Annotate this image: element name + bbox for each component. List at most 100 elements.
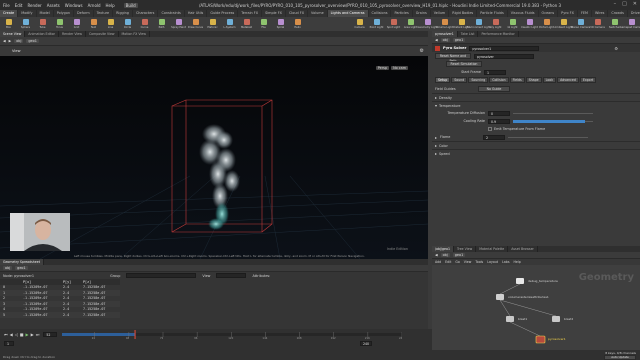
play-forward-icon[interactable]: ▶ bbox=[26, 332, 29, 337]
back-icon[interactable]: ◀ bbox=[3, 39, 6, 43]
shelf-tool-camera[interactable]: Camera bbox=[351, 19, 368, 29]
param-tab-sourcing[interactable]: Sourcing bbox=[468, 76, 489, 83]
param-tab-setup[interactable]: Setup bbox=[435, 76, 451, 83]
next-key-icon[interactable]: ▶ bbox=[31, 332, 34, 337]
auto-update-menu[interactable]: Auto Update bbox=[604, 355, 636, 360]
net-menu-add[interactable]: Add bbox=[435, 260, 441, 264]
net-tab-tree-view[interactable]: Tree View bbox=[454, 246, 477, 252]
field-guides-menu[interactable]: No Guide bbox=[478, 86, 510, 92]
menu-file[interactable]: File bbox=[3, 3, 10, 8]
menu-edit[interactable]: Edit bbox=[15, 3, 23, 8]
first-frame-icon[interactable]: ⏮ bbox=[4, 332, 8, 337]
net-menu-labs[interactable]: Labs bbox=[502, 260, 509, 264]
node-blast2[interactable] bbox=[552, 316, 560, 322]
preset-field[interactable]: pyrosolver bbox=[474, 53, 534, 59]
shelf-tab-deform[interactable]: Deform bbox=[74, 10, 94, 17]
back-icon[interactable]: ◀ bbox=[435, 38, 438, 42]
shelf-tab-particle-fluids[interactable]: Particle Fluids bbox=[477, 10, 508, 17]
shelf-tab-rigging[interactable]: Rigging bbox=[113, 10, 133, 17]
forward-icon[interactable]: ▶ bbox=[9, 39, 12, 43]
shelf-tool-caustic-light[interactable]: Caustic Light bbox=[521, 19, 538, 29]
shelf-tab-collisions[interactable]: Collisions bbox=[369, 10, 392, 17]
shelf-tab-lights-and-cameras[interactable]: Lights and Cameras bbox=[327, 10, 369, 17]
tab-take-list[interactable]: Take List bbox=[458, 31, 479, 37]
menu-arnold[interactable]: Arnold bbox=[88, 3, 101, 8]
back-icon[interactable]: ◀ bbox=[435, 253, 438, 257]
tab-pyrosolver1[interactable]: pyrosolver1 bbox=[432, 31, 458, 37]
play-backward-icon[interactable]: ◁ bbox=[15, 332, 18, 337]
shelf-tool-l-system[interactable]: L-System bbox=[221, 19, 238, 29]
emit-temp-checkbox[interactable] bbox=[488, 127, 492, 131]
speed-section[interactable]: ▸ Speed bbox=[432, 149, 640, 157]
net-tab-obj-geo1[interactable]: /obj/geo1 bbox=[432, 246, 454, 252]
shelf-tool-line[interactable]: Line bbox=[102, 19, 119, 29]
shelf-tool-path[interactable]: Path bbox=[153, 19, 170, 29]
shelf-tab-grains[interactable]: Grains bbox=[413, 10, 431, 17]
net-menu-go[interactable]: Go bbox=[455, 260, 459, 264]
shelf-tool-sky-light[interactable]: Sky Light bbox=[487, 19, 504, 29]
desktop-select[interactable]: Build bbox=[123, 2, 138, 8]
shelf-tool-torus[interactable]: Torus bbox=[51, 19, 68, 29]
param-path-obj[interactable]: obj bbox=[440, 38, 450, 42]
frame-slider[interactable]: 24 48 72 96 120 144 168 192 216 240 bbox=[62, 329, 403, 339]
sheet-view-field[interactable] bbox=[216, 273, 247, 278]
shelf-tool-spray-paint[interactable]: Spray Paint bbox=[170, 19, 187, 29]
shelf-tool-ambient-light[interactable]: Ambient Light bbox=[554, 19, 573, 29]
color-section[interactable]: ▸ Color bbox=[432, 141, 640, 149]
prev-key-icon[interactable]: ◀ bbox=[10, 332, 13, 337]
sheet-group-field[interactable] bbox=[126, 273, 197, 278]
shelf-tool-environment-light[interactable]: Environment Light bbox=[467, 19, 490, 29]
net-menu-tools[interactable]: Tools bbox=[475, 260, 483, 264]
density-section[interactable]: ▸ Density bbox=[432, 93, 640, 101]
net-path-obj[interactable]: obj bbox=[440, 253, 450, 257]
shelf-tab-rigid-bodies[interactable]: Rigid Bodies bbox=[449, 10, 478, 17]
param-path-geo1[interactable]: geo1 bbox=[452, 38, 466, 42]
param-tab-fields[interactable]: Fields bbox=[509, 76, 525, 83]
shelf-tab-model[interactable]: Model bbox=[37, 10, 54, 17]
shelf-tool-draw-curve[interactable]: Draw Curve bbox=[187, 19, 204, 29]
maximize-icon[interactable]: □ bbox=[622, 1, 627, 7]
shelf-tool-vr-camera[interactable]: VR Camera bbox=[589, 19, 606, 29]
node-volumerasterize[interactable] bbox=[496, 294, 504, 300]
minimize-icon[interactable]: – bbox=[614, 1, 617, 7]
param-tab-shape[interactable]: Shape bbox=[525, 76, 542, 83]
shelf-tab-texture[interactable]: Texture bbox=[94, 10, 114, 17]
shelf-tab-characters[interactable]: Characters bbox=[133, 10, 159, 17]
shelf-tab-vellum[interactable]: Vellum bbox=[431, 10, 450, 17]
shelf-tool-circle[interactable]: Circle bbox=[119, 19, 136, 29]
gear-icon[interactable]: ⚙ bbox=[614, 46, 618, 51]
sheet-path-geo1[interactable]: geo1 bbox=[15, 266, 28, 270]
shelf-tab-simple-fx[interactable]: Simple FX bbox=[262, 10, 286, 17]
shelf-tool-spiral[interactable]: Spiral bbox=[272, 19, 289, 29]
tab-geometry-spreadsheet[interactable]: Geometry Spreadsheet bbox=[0, 259, 44, 265]
shelf-tab-constraints[interactable]: Constraints bbox=[158, 10, 185, 17]
node-name-field[interactable]: pyrosolver1 bbox=[469, 45, 540, 51]
shelf-tool-point-light[interactable]: Point Light bbox=[368, 19, 385, 29]
reset-name-path-button[interactable]: Reset Name and Path bbox=[435, 53, 471, 63]
cooling-rate-slider[interactable] bbox=[513, 119, 593, 123]
shelf-tool-spot-light[interactable]: Spot Light bbox=[385, 19, 402, 29]
stop-icon[interactable]: ■ bbox=[20, 332, 24, 337]
shelf-tool-platonic[interactable]: Platonic bbox=[204, 19, 221, 29]
shelf-tab-create[interactable]: Create bbox=[0, 10, 19, 17]
path-obj[interactable]: obj bbox=[14, 39, 24, 43]
last-frame-icon[interactable]: ⏭ bbox=[36, 332, 40, 337]
shelf-tool-null[interactable]: Null bbox=[85, 19, 102, 29]
cooling-rate-field[interactable]: 0.9 bbox=[488, 118, 510, 124]
viewer-options-icon[interactable]: ⚙ bbox=[420, 48, 424, 54]
shelf-tab-particles[interactable]: Particles bbox=[391, 10, 413, 17]
temp-diffusion-slider[interactable] bbox=[513, 112, 593, 114]
menu-help[interactable]: Help bbox=[106, 3, 115, 8]
net-tab-material-palette[interactable]: Material Palette bbox=[476, 246, 509, 252]
shelf-tab-pyro-fx[interactable]: Pyro FX bbox=[558, 10, 578, 17]
net-menu-edit[interactable]: Edit bbox=[445, 260, 451, 264]
range-start-field[interactable]: 1 bbox=[4, 340, 14, 346]
node-pyrosolver1[interactable] bbox=[535, 335, 546, 344]
sheet-path-obj[interactable]: obj bbox=[3, 266, 13, 270]
param-tab-export[interactable]: Export bbox=[579, 76, 597, 83]
shelf-tab-guide-process[interactable]: Guide Process bbox=[207, 10, 239, 17]
current-frame-field[interactable]: 52 bbox=[43, 331, 58, 337]
menu-windows[interactable]: Windows bbox=[65, 3, 83, 8]
shelf-tab-cloud-fx[interactable]: Cloud FX bbox=[286, 10, 309, 17]
net-menu-help[interactable]: Help bbox=[513, 260, 520, 264]
